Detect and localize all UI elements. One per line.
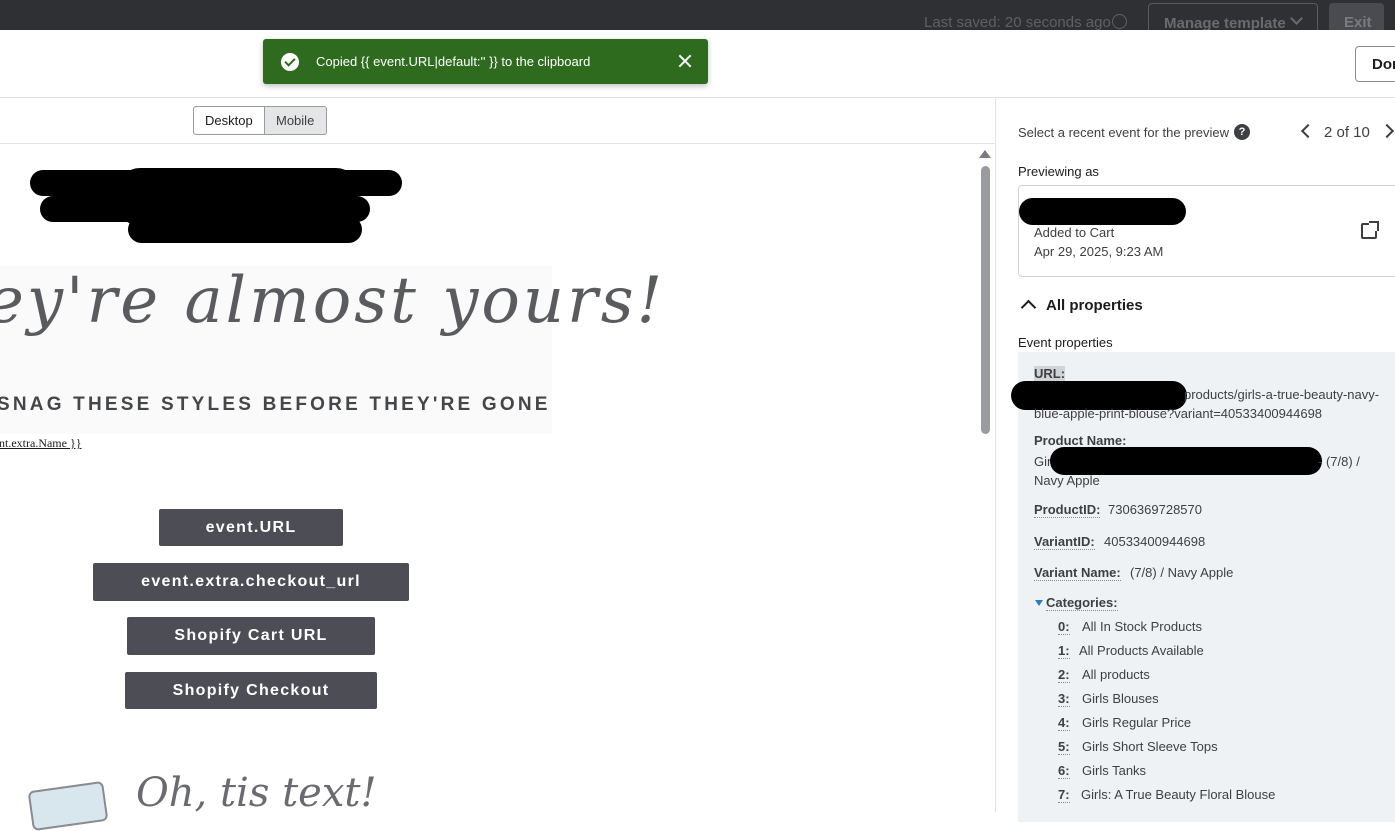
preview-divider [0,143,995,144]
property-key-variant-id[interactable]: VariantID: [1034,534,1095,550]
property-key-product-name[interactable]: Product Name: [1034,433,1126,448]
category-value: Girls Short Sleeve Tops [1082,739,1218,754]
category-index[interactable]: 7: [1058,787,1070,803]
property-value-url-cont: blue-apple-print-blouse?variant=40533400… [1034,406,1323,421]
property-value-product-name: Gir [1034,454,1052,469]
desktop-toggle-button[interactable]: Desktop [194,107,265,134]
expand-triangle-icon[interactable] [1035,600,1043,606]
category-value: Girls Regular Price [1082,715,1192,730]
property-key-url[interactable]: URL: [1034,366,1066,382]
category-value: Girls Tanks [1082,763,1147,778]
category-value: Girls: A True Beauty Floral Blouse [1081,787,1276,802]
toast-message: Copied {{ event.URL|default:'' }} to the… [316,54,591,69]
property-key-product-id[interactable]: ProductID: [1034,502,1101,518]
chevron-up-icon[interactable] [1020,299,1037,316]
category-index[interactable]: 0: [1058,619,1070,635]
select-event-label: Select a recent event for the preview [1018,125,1230,140]
all-properties-toggle[interactable]: All properties [1046,297,1143,314]
chevron-left-icon[interactable] [1300,123,1316,139]
success-check-icon [281,53,299,71]
phone-illustration [27,780,109,831]
redacted-product-name [1050,447,1322,475]
chevron-right-icon[interactable] [1379,123,1395,139]
category-index[interactable]: 1: [1058,643,1070,659]
property-value-variant-id: 40533400944698 [1104,534,1206,549]
scrollbar-thumb[interactable] [981,166,990,434]
done-button[interactable]: Don [1355,46,1395,82]
hero-script-heading: ey're almost yours! [0,264,666,338]
event-pager: 2 of 10 [1324,124,1370,141]
category-index[interactable]: 4: [1058,715,1070,731]
mobile-toggle-button[interactable]: Mobile [266,107,326,134]
redacted-logo-part [128,216,362,243]
panel-divider [995,98,996,812]
category-value: All products [1082,667,1150,682]
property-value-url: products/girls-a-true-beauty-navy- [1184,387,1380,402]
shopify-cart-url-button[interactable]: Shopify Cart URL [127,617,375,655]
category-index[interactable]: 6: [1058,763,1070,779]
last-saved-status: Last saved: 20 seconds ago [924,14,1111,31]
category-index[interactable]: 2: [1058,667,1070,683]
shopify-checkout-button[interactable]: Shopify Checkout [125,672,377,709]
category-value: Girls Blouses [1082,691,1159,706]
saved-check-icon [1112,14,1127,29]
scroll-up-arrow-icon[interactable] [979,150,991,158]
hero-tagline: SNAG THESE STYLES BEFORE THEY'RE GONE [0,394,551,415]
category-index[interactable]: 3: [1058,691,1070,707]
event-type: Added to Cart [1034,225,1115,240]
event-timestamp: Apr 29, 2025, 9:23 AM [1034,244,1164,259]
checkout-url-button[interactable]: event.extra.checkout_url [93,563,409,601]
footer-script-text: Oh, tis text! [136,770,377,816]
property-value-product-id: 7306369728570 [1108,502,1202,517]
close-icon[interactable] [675,51,695,71]
property-value-variant-name: (7/8) / Navy Apple [1130,565,1234,580]
category-value: All In Stock Products [1082,619,1202,634]
event-url-button[interactable]: event.URL [159,509,343,546]
event-properties-label: Event properties [1018,335,1113,350]
property-value-product-name-suffix: - (7/8) / [1318,454,1360,469]
device-toggle: Desktop Mobile [193,106,327,135]
property-key-categories[interactable]: Categories: [1046,595,1118,611]
external-link-icon[interactable] [1361,221,1379,239]
property-key-variant-name[interactable]: Variant Name: [1034,565,1121,581]
property-value-product-name-cont: Navy Apple [1034,473,1100,488]
help-icon[interactable]: ? [1234,124,1250,140]
extra-name-tag[interactable]: nt.extra.Name }} [0,436,82,451]
previewing-as-label: Previewing as [1018,164,1099,179]
redacted-profile-name [1019,198,1186,225]
category-index[interactable]: 5: [1058,739,1070,755]
category-value: All Products Available [1079,643,1204,658]
toast-notification: Copied {{ event.URL|default:'' }} to the… [263,39,708,84]
